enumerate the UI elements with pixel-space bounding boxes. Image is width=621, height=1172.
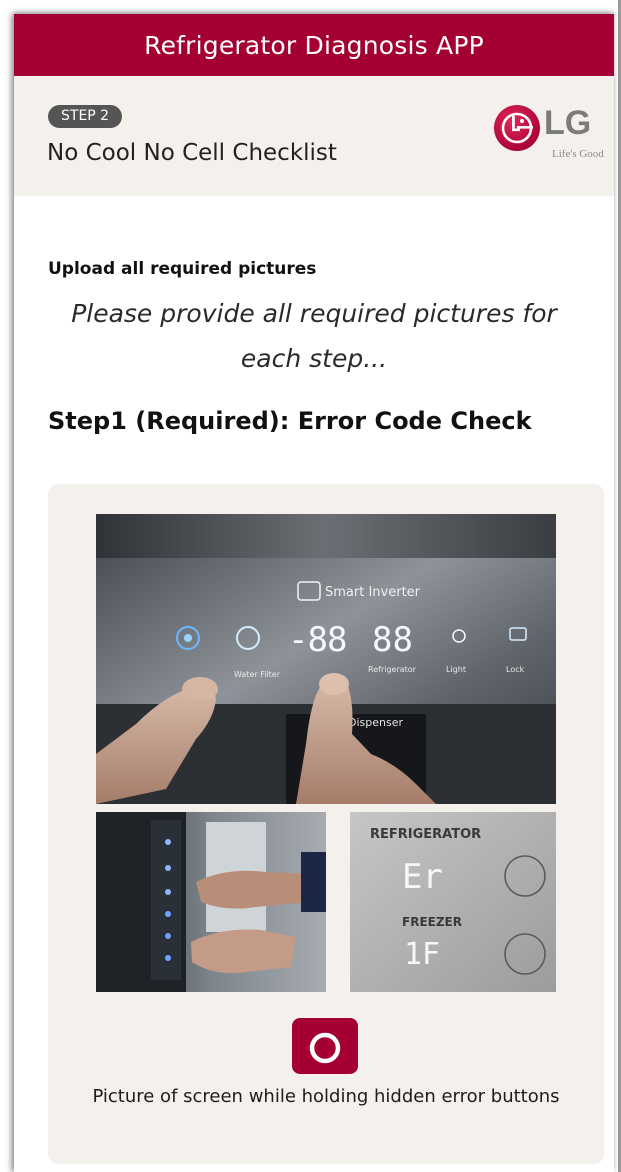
app-header: Refrigerator Diagnosis APP [14, 14, 614, 76]
step-badge: STEP 2 [48, 105, 123, 128]
take-picture-button[interactable] [292, 1018, 358, 1074]
smart-inverter-label: Smart Inverter [325, 585, 421, 600]
temp-display-1: -88 [288, 620, 346, 660]
lg-wordmark: LG [544, 104, 592, 142]
light-label: Light [446, 665, 466, 674]
app-frame: Refrigerator Diagnosis APP STEP 2 No Coo… [14, 14, 614, 1172]
error-code-photo: REFRIGERATOR Er FREEZER 1F [350, 812, 556, 992]
error-code-top: Er [402, 857, 443, 897]
photo-card: Dispenser Smart Inverter -88 88 Water Fi… [48, 484, 604, 1164]
step-header: STEP 2 No Cool No Cell Checklist LG Life… [14, 76, 614, 196]
main-content: Upload all required pictures Please prov… [14, 259, 614, 435]
control-panel-illustration: Dispenser Smart Inverter -88 88 Water Fi… [96, 514, 556, 804]
lg-logo-mark [494, 105, 540, 151]
lock-label: Lock [506, 665, 525, 674]
refrigerator-label: Refrigerator [368, 665, 417, 674]
side-display-illustration [96, 812, 326, 992]
refrigerator-indicator-label: REFRIGERATOR [370, 827, 481, 842]
control-panel-photo: Dispenser Smart Inverter -88 88 Water Fi… [96, 514, 556, 804]
water-filter-label: Water Filter [234, 670, 281, 679]
temp-display-2: 88 [372, 620, 413, 660]
picture-caption: Picture of screen while holding hidden e… [92, 1086, 560, 1107]
upload-instructions: Please provide all required pictures for… [71, 299, 557, 373]
error-code-illustration: REFRIGERATOR Er FREEZER 1F [350, 812, 556, 992]
dispenser-label: Dispenser [348, 716, 403, 729]
side-display-photo [96, 812, 326, 992]
lg-tagline: Life's Good [552, 148, 604, 160]
freezer-indicator-label: FREEZER [402, 915, 462, 929]
error-code-bottom: 1F [404, 937, 440, 972]
step-section-title: Step1 (Required): Error Code Check [48, 407, 532, 435]
camera-icon [309, 1021, 341, 1064]
upload-heading: Upload all required pictures [48, 259, 317, 279]
app-title: Refrigerator Diagnosis APP [144, 30, 484, 60]
step-title: No Cool No Cell Checklist [47, 140, 337, 166]
